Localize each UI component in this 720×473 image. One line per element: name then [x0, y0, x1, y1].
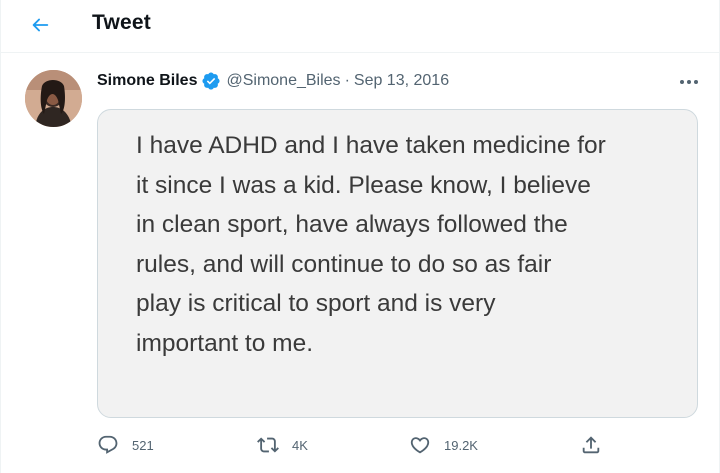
- reply-icon: [97, 434, 119, 456]
- retweet-icon: [257, 434, 279, 456]
- heart-icon: [409, 434, 431, 456]
- retweet-count: 4K: [292, 437, 308, 453]
- meta-separator: ·: [344, 72, 350, 89]
- retweet-button[interactable]: 4K: [257, 430, 308, 460]
- image-statement-text: I have ADHD and I have taken medicine fo…: [136, 132, 606, 357]
- more-options-icon: [679, 72, 699, 90]
- more-options-button[interactable]: [675, 70, 703, 92]
- author-name[interactable]: Simone Biles: [97, 72, 197, 90]
- page-title: Tweet: [92, 11, 151, 34]
- avatar[interactable]: [25, 70, 82, 127]
- like-count: 19.2K: [444, 437, 478, 453]
- tweet-header: Simone Biles @Simone_Biles · Sep 13, 201…: [97, 71, 449, 91]
- tweet-image[interactable]: I have ADHD and I have taken medicine fo…: [97, 109, 698, 418]
- tweet-date[interactable]: Sep 13, 2016: [354, 72, 449, 90]
- top-bar: Tweet: [1, 0, 719, 53]
- back-button[interactable]: [23, 10, 57, 44]
- tweet-page: Tweet Simone Biles @Simone_Biles · Sep 1…: [0, 0, 720, 473]
- arrow-left-icon: [29, 14, 51, 41]
- share-button[interactable]: [580, 430, 602, 460]
- like-button[interactable]: 19.2K: [409, 430, 478, 460]
- verified-badge-icon: [201, 71, 221, 91]
- tweet-actions: 521 4K 19.2K: [97, 430, 617, 460]
- author-handle[interactable]: @Simone_Biles: [226, 72, 340, 90]
- reply-button[interactable]: 521: [97, 430, 154, 460]
- share-icon: [580, 434, 602, 456]
- reply-count: 521: [132, 437, 154, 453]
